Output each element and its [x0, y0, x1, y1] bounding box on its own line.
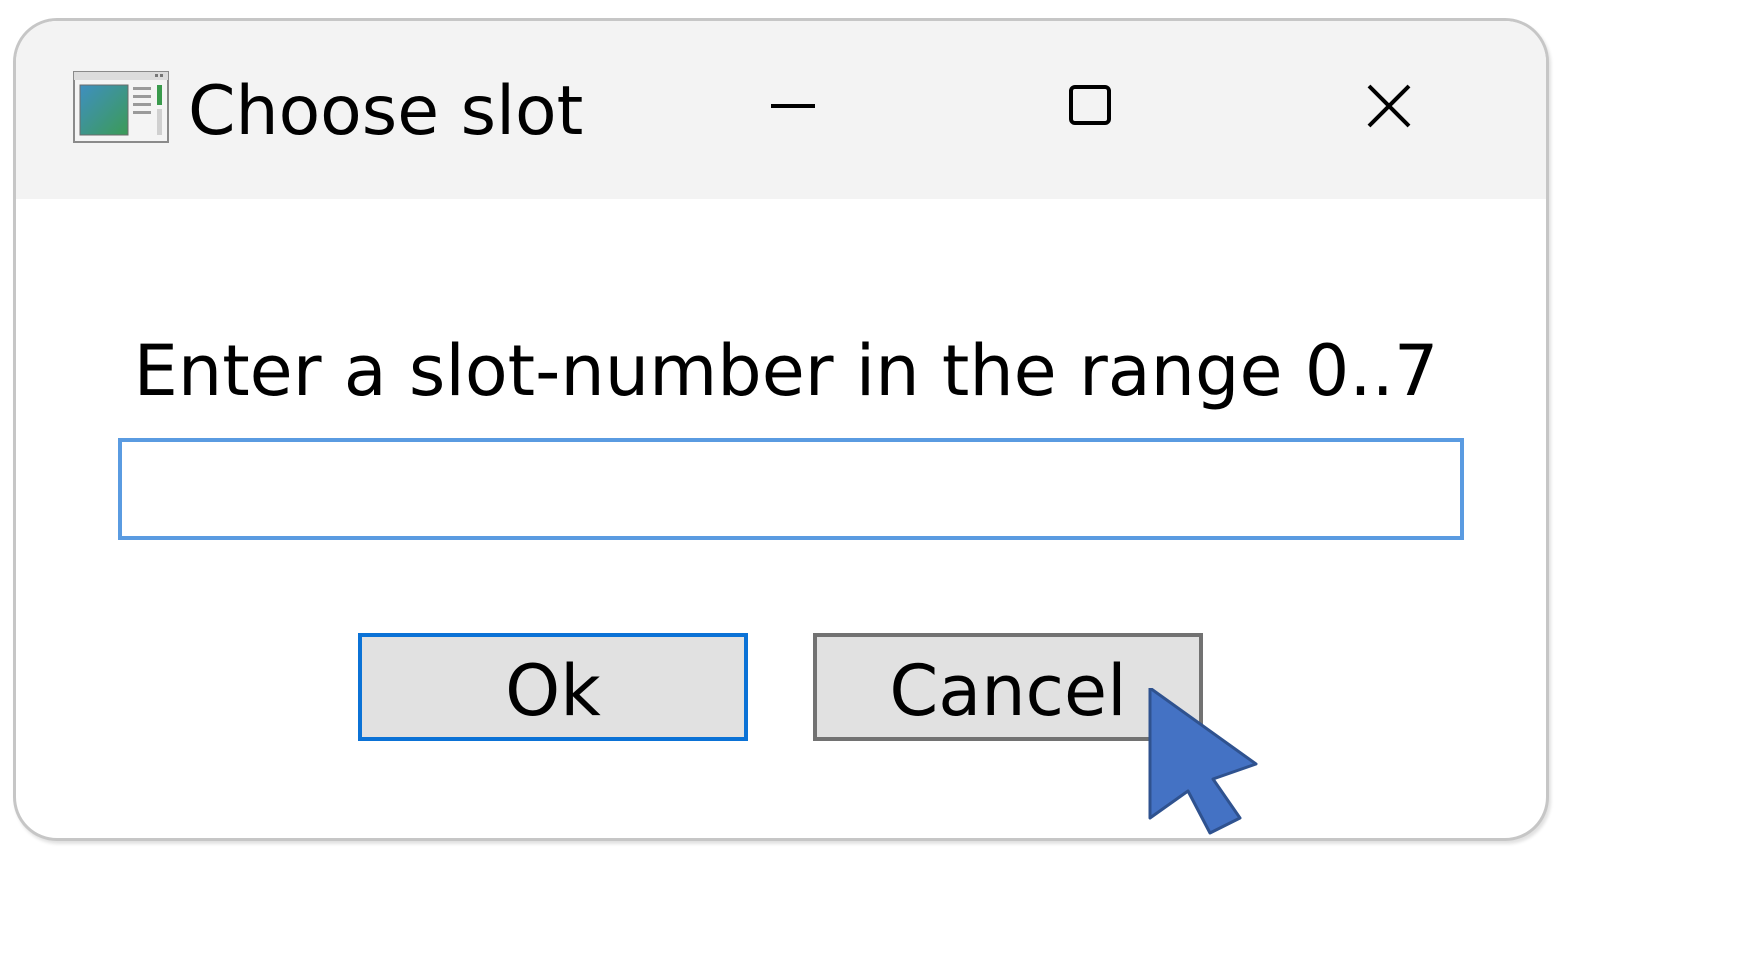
- minimize-button[interactable]: [736, 61, 846, 151]
- prompt-label: Enter a slot-number in the range 0..7: [133, 330, 1439, 412]
- cancel-button[interactable]: Cancel: [813, 633, 1203, 741]
- title-bar[interactable]: Choose slot: [16, 21, 1546, 199]
- close-icon: [1367, 84, 1411, 128]
- choose-slot-dialog: Choose slot Enter a slot-number in the r…: [13, 18, 1549, 841]
- mouse-pointer-icon: [1148, 686, 1258, 838]
- slot-number-input[interactable]: [118, 438, 1464, 540]
- close-button[interactable]: [1334, 61, 1444, 151]
- maximize-icon: [1069, 85, 1111, 125]
- application-window-icon: [73, 71, 169, 143]
- window-title: Choose slot: [188, 72, 584, 151]
- maximize-button[interactable]: [1035, 61, 1145, 151]
- ok-button[interactable]: Ok: [358, 633, 748, 741]
- minimize-icon: [771, 104, 815, 108]
